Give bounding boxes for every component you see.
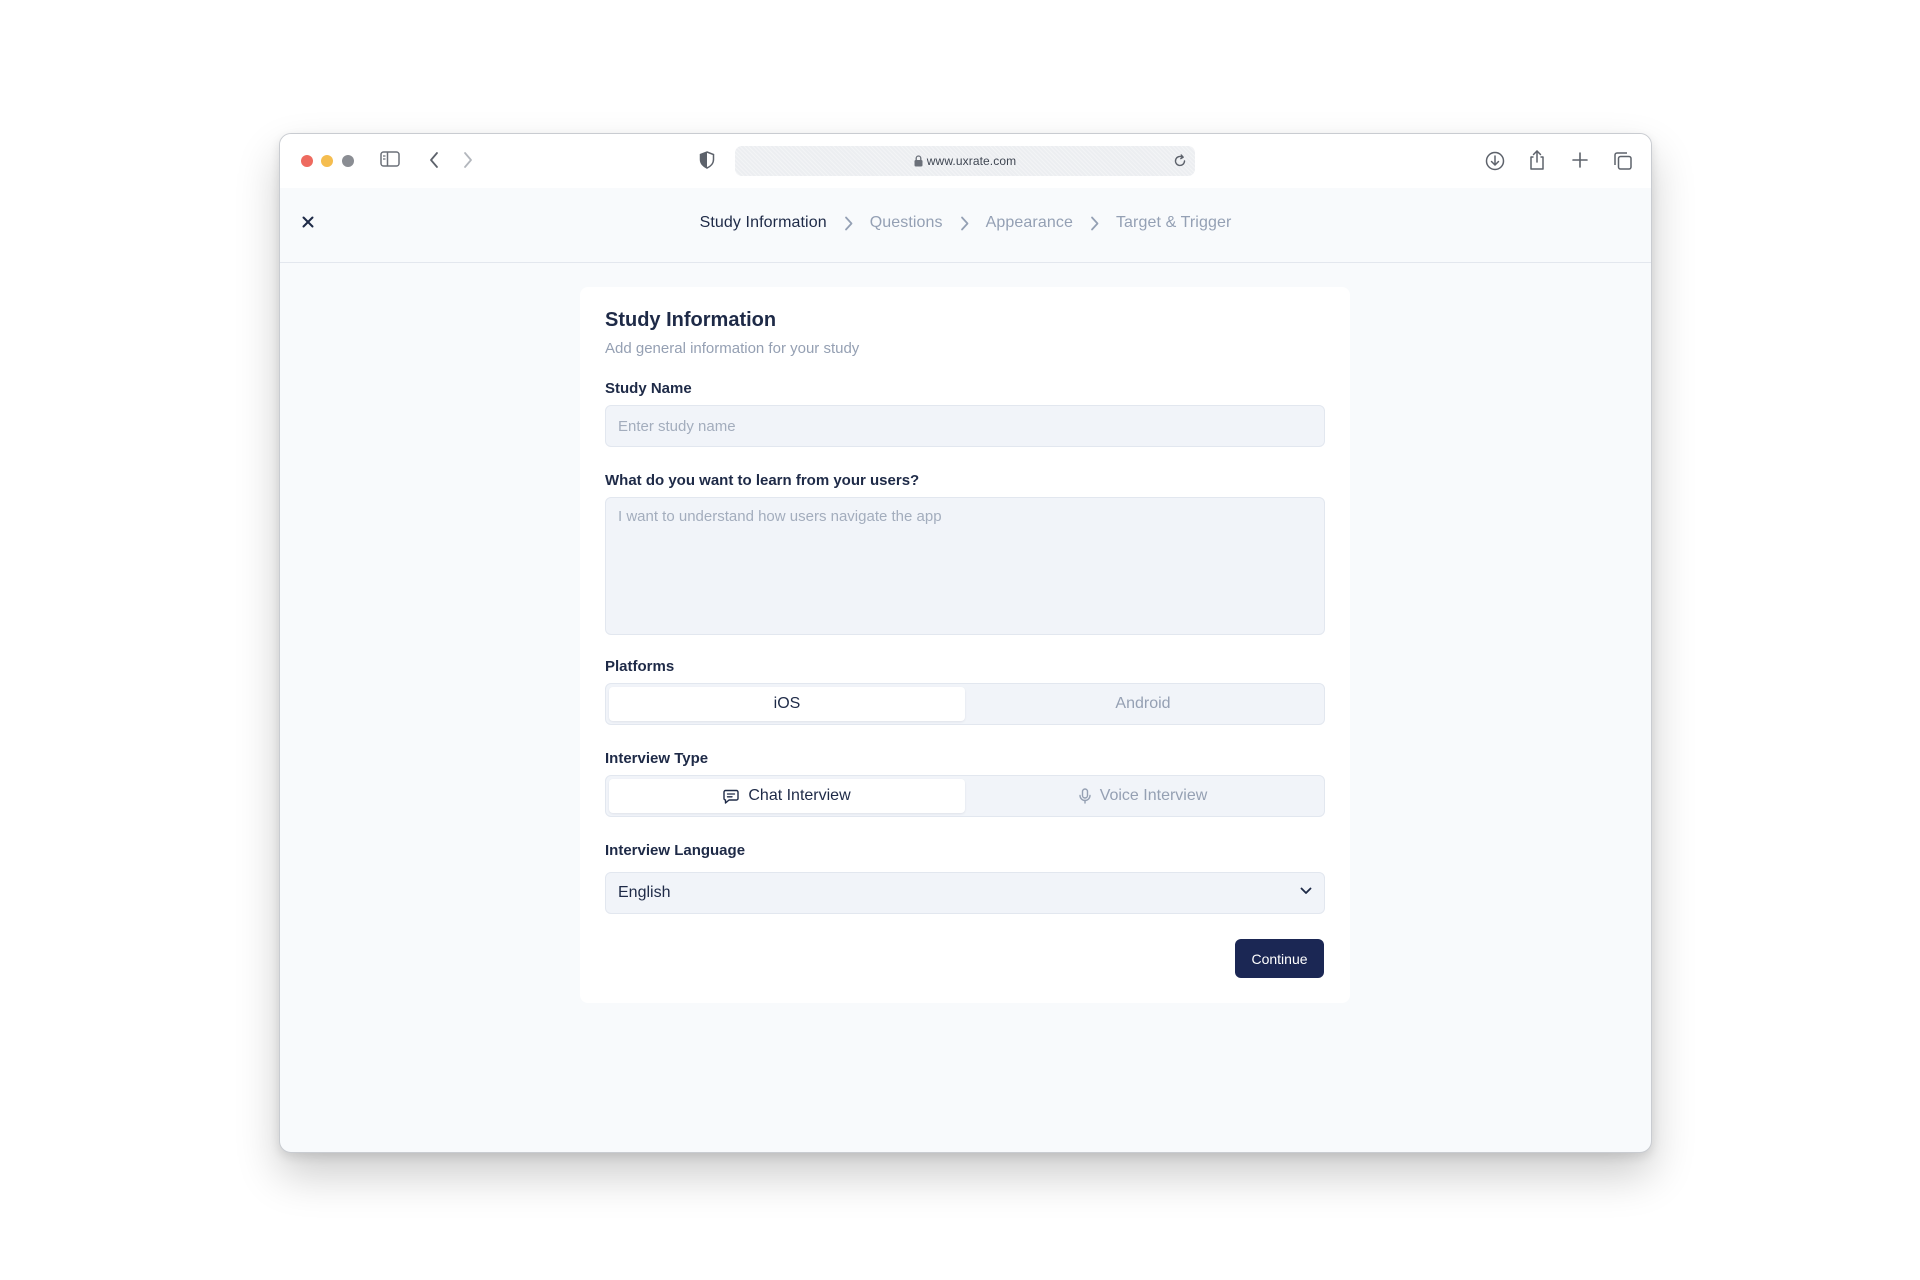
interview-type-toggle: Chat Interview Voice Interview [605,775,1325,817]
step-questions[interactable]: Questions [870,214,943,232]
platforms-toggle: iOS Android [605,683,1325,725]
learn-goal-textarea[interactable] [605,497,1325,635]
forward-icon[interactable] [462,151,474,169]
address-bar[interactable]: www.uxrate.com [735,146,1195,176]
chat-interview-option[interactable]: Chat Interview [609,779,965,813]
downloads-icon[interactable] [1485,151,1505,171]
interview-language-select[interactable]: English [605,872,1325,914]
url-text: www.uxrate.com [926,154,1017,168]
platform-android-option[interactable]: Android [965,687,1321,721]
study-name-label: Study Name [605,380,692,397]
continue-button[interactable]: Continue [1235,939,1324,978]
maximize-window-button[interactable] [342,155,354,167]
lock-icon [914,155,923,167]
new-tab-icon[interactable] [1572,152,1588,168]
browser-window: www.uxrate.com Study Information Questio… [279,133,1652,1153]
voice-interview-label: Voice Interview [1099,787,1208,804]
minimize-window-button[interactable] [321,155,333,167]
page-subtitle: Add general information for your study [605,340,860,357]
step-target-trigger[interactable]: Target & Trigger [1116,214,1231,232]
app-header: Study Information Questions Appearance T… [280,188,1651,263]
close-window-button[interactable] [301,155,313,167]
chat-icon [723,789,740,804]
step-appearance[interactable]: Appearance [986,214,1073,232]
chat-interview-label: Chat Interview [748,787,851,804]
chevron-down-icon [1300,887,1312,895]
chevron-right-icon [960,216,969,231]
step-study-information[interactable]: Study Information [700,214,827,232]
sidebar-toggle-icon[interactable] [380,151,400,167]
page-title: Study Information [605,309,777,331]
platforms-label: Platforms [605,658,675,675]
chevron-right-icon [1090,216,1099,231]
browser-toolbar: www.uxrate.com [280,134,1651,188]
microphone-icon [1078,788,1091,804]
platform-ios-option[interactable]: iOS [609,687,965,721]
progress-stepper: Study Information Questions Appearance T… [280,214,1651,232]
privacy-shield-icon[interactable] [699,151,715,169]
interview-type-label: Interview Type [605,750,709,767]
back-icon[interactable] [428,151,440,169]
tab-overview-icon[interactable] [1613,151,1633,171]
reload-icon[interactable] [1173,154,1187,168]
study-name-input[interactable] [605,405,1325,447]
interview-language-value: English [618,884,671,901]
chevron-right-icon [844,216,853,231]
study-information-card: Study Information Add general informatio… [580,287,1350,1003]
voice-interview-option[interactable]: Voice Interview [965,779,1321,813]
share-icon[interactable] [1528,149,1546,171]
learn-goal-label: What do you want to learn from your user… [605,472,920,489]
interview-language-label: Interview Language [605,842,746,859]
